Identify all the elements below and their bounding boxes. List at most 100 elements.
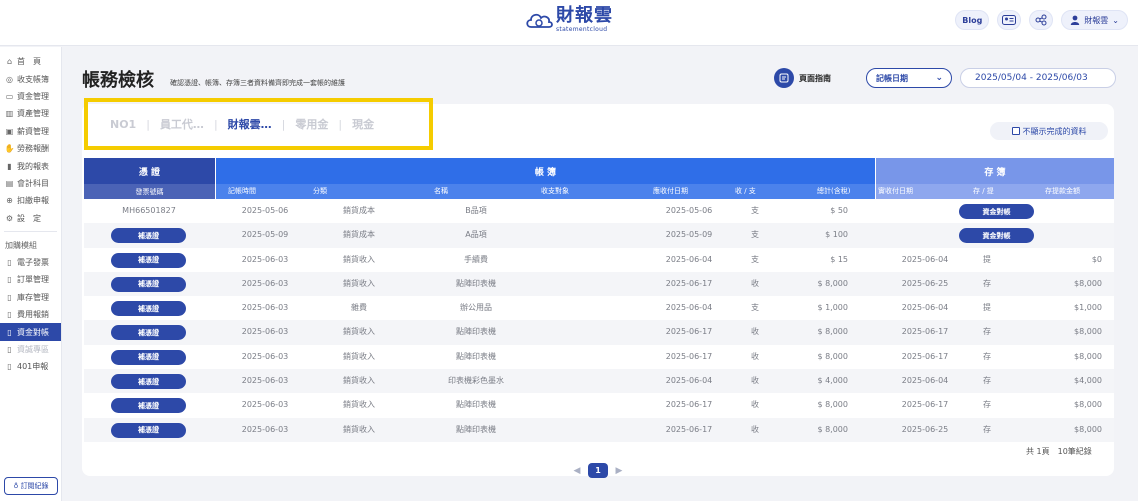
income-expense: 收 — [751, 424, 759, 434]
table-row[interactable]: MH66501827 2025-05-06 銷貨成本 B品項 2025-05-0… — [84, 199, 1114, 224]
category: 銷貨收入 — [343, 400, 375, 410]
due-date: 2025-06-17 — [665, 400, 713, 410]
tab-petty-cash[interactable]: 零用金 — [295, 116, 328, 132]
add-voucher-button[interactable]: 補憑證 — [111, 276, 186, 292]
table-row[interactable]: 補憑證 2025-06-03 銷貨收入 點陣印表機 2025-06-17 收 $… — [84, 393, 1114, 418]
invoice-number: MH66501827 — [122, 206, 176, 215]
next-page-icon[interactable]: ▶ — [614, 465, 624, 477]
actual-date: 2025-06-04 — [901, 303, 949, 313]
order-log-button[interactable]: ♁ 訂閱紀錄 — [4, 477, 58, 495]
sidebar-item-orders[interactable]: ▯ 訂單管理 — [0, 271, 61, 288]
coin-icon: ◎ — [6, 74, 13, 84]
sidebar-item-labor[interactable]: ✋ 勞務報酬 — [0, 140, 61, 157]
table-row[interactable]: 補憑證 2025-06-03 銷貨收入 點陣印表機 2025-06-17 收 $… — [84, 320, 1114, 345]
sidebar-item-funds[interactable]: ▭ 資金管理 — [0, 88, 61, 105]
add-voucher-button[interactable]: 補憑證 — [111, 301, 186, 317]
bank-amount: $4,000 — [1074, 376, 1102, 386]
category: 銷貨收入 — [343, 351, 375, 361]
table-row[interactable]: 補憑證 2025-05-09 銷貨成本 A品項 2025-05-09 支 $ 1… — [84, 223, 1114, 248]
table-row[interactable]: 補憑證 2025-06-03 銷貨收入 印表機彩色墨水 2025-06-04 收… — [84, 369, 1114, 394]
date-type-select[interactable]: 記帳日期 ⌄ — [866, 68, 952, 88]
page-guide-button[interactable]: 頁面指南 — [774, 68, 831, 88]
category: 銷貨收入 — [343, 278, 375, 288]
date-type-value: 記帳日期 — [876, 73, 908, 83]
sidebar-item-label: 資誠專區 — [17, 345, 49, 355]
page-title: 帳務檢核 — [82, 70, 154, 91]
col-header-invoice: 發票號碼 — [84, 184, 215, 199]
add-voucher-button[interactable]: 補憑證 — [111, 422, 186, 438]
col-header-actual-date: 實收付日期 — [878, 187, 913, 195]
fund-reconcile-button[interactable]: 資金對帳 — [959, 228, 1034, 244]
item-name: 辦公用品 — [460, 303, 492, 313]
app-logo[interactable]: 財報雲 statementcloud — [524, 6, 613, 33]
share-button[interactable] — [1029, 10, 1054, 30]
sidebar-item-einvoice[interactable]: ▯ 電子發票 — [0, 254, 61, 271]
sidebar: ⌂ 首 頁 ◎ 收支帳簿 ▭ 資金管理 ▥ 資產管理 ▣ 薪資管理 ✋ 勞務報酬 ▮ 我的報表… — [0, 47, 62, 501]
bank-amount: $8,000 — [1074, 327, 1102, 337]
col-header-total: 總計(含稅) — [817, 187, 851, 195]
sidebar-item-payroll[interactable]: ▣ 薪資管理 — [0, 123, 61, 140]
hide-completed-toggle[interactable]: 不顯示完成的資料 — [990, 122, 1108, 140]
pagination: ◀ 1 ▶ — [572, 463, 624, 478]
order-log-label: 訂閱紀錄 — [20, 482, 49, 490]
addon-section-title: 加購模組 — [5, 241, 37, 251]
sidebar-item-accounts[interactable]: ▤ 會計科目 — [0, 175, 61, 192]
add-voucher-button[interactable]: 補憑證 — [111, 349, 186, 365]
sidebar-item-401-filing[interactable]: ▯ 401申報 — [0, 358, 61, 375]
sidebar-item-ledger[interactable]: ◎ 收支帳簿 — [0, 70, 61, 87]
item-name: 點陣印表機 — [456, 327, 496, 337]
sidebar-item-assets[interactable]: ▥ 資產管理 — [0, 105, 61, 122]
due-date: 2025-06-17 — [665, 278, 713, 288]
income-expense: 支 — [751, 206, 759, 215]
add-voucher-button[interactable]: 補憑證 — [111, 228, 186, 244]
add-voucher-button[interactable]: 補憑證 — [111, 325, 186, 341]
item-name: 點陣印表機 — [456, 424, 496, 434]
table-row[interactable]: 補憑證 2025-06-03 銷貨收入 點陣印表機 2025-06-17 收 $… — [84, 417, 1114, 442]
add-voucher-button[interactable]: 補憑證 — [111, 398, 186, 414]
total-amount: $ 8,000 — [817, 424, 848, 434]
sidebar-item-settings[interactable]: ⚙ 設 定 — [0, 210, 61, 227]
sidebar-item-withholding[interactable]: ⊕ 扣繳申報 — [0, 192, 61, 209]
hand-icon: ✋ — [4, 144, 15, 154]
blog-button[interactable]: Blog — [955, 10, 990, 30]
item-name: 點陣印表機 — [456, 400, 496, 410]
guide-label: 頁面指南 — [799, 73, 831, 83]
page-number-button[interactable]: 1 — [588, 463, 608, 478]
sidebar-item-inventory[interactable]: ▯ 庫存管理 — [0, 289, 61, 306]
income-expense: 支 — [751, 303, 759, 313]
table-row[interactable]: 補憑證 2025-06-03 銷貨收入 手續費 2025-06-04 支 $ 1… — [84, 247, 1114, 272]
sidebar-item-home[interactable]: ⌂ 首 頁 — [0, 53, 61, 70]
date-range-input[interactable]: 2025/05/04 - 2025/06/03 — [960, 68, 1116, 88]
table-row[interactable]: 補憑證 2025-06-03 銷貨收入 點陣印表機 2025-06-17 收 $… — [84, 344, 1114, 370]
tab-no1[interactable]: NO1 — [110, 118, 136, 131]
tab-employee[interactable]: 員工代… — [160, 116, 204, 132]
table-row[interactable]: 補憑證 2025-06-03 銷貨收入 點陣印表機 2025-06-17 收 $… — [84, 271, 1114, 297]
sidebar-divider — [4, 230, 57, 232]
deposit-withdraw: 提 — [983, 254, 991, 264]
sidebar-item-label: 收支帳簿 — [17, 74, 49, 84]
sidebar-item-reports[interactable]: ▮ 我的報表 — [0, 157, 61, 174]
sidebar-item-expenses[interactable]: ▯ 費用報銷 — [0, 306, 61, 323]
sidebar-item-pwc-zone[interactable]: ▯ 資誠專區 — [0, 341, 61, 358]
sidebar-item-fund-reconcile[interactable]: ▯ 資金對帳 — [0, 323, 61, 341]
col-header-income-expense: 收 / 支 — [735, 187, 756, 195]
add-voucher-button[interactable]: 補憑證 — [111, 374, 186, 390]
user-menu[interactable]: 財報雲 ⌄ — [1061, 10, 1128, 30]
building-icon: ▥ — [5, 109, 14, 119]
table-row[interactable]: 補憑證 2025-06-03 雜費 辦公用品 2025-06-04 支 $ 1,… — [84, 296, 1114, 321]
checkbox-icon — [1011, 127, 1020, 135]
deposit-withdraw: 存 — [983, 351, 991, 361]
income-expense: 支 — [751, 230, 759, 240]
tab-cash[interactable]: 現金 — [352, 116, 374, 132]
fund-reconcile-button[interactable]: 資金對帳 — [959, 204, 1034, 219]
bank-amount: $8,000 — [1074, 278, 1102, 288]
total-amount: $ 100 — [825, 230, 848, 240]
deposit-withdraw: 提 — [983, 303, 991, 313]
due-date: 2025-06-04 — [665, 254, 713, 264]
prev-page-icon[interactable]: ◀ — [572, 465, 582, 477]
contacts-button[interactable] — [997, 10, 1022, 30]
total-amount: $ 1,000 — [817, 303, 848, 313]
tab-statementcloud[interactable]: 財報雲… — [228, 116, 272, 132]
add-voucher-button[interactable]: 補憑證 — [111, 252, 186, 268]
bank-amount: $8,000 — [1074, 424, 1102, 434]
